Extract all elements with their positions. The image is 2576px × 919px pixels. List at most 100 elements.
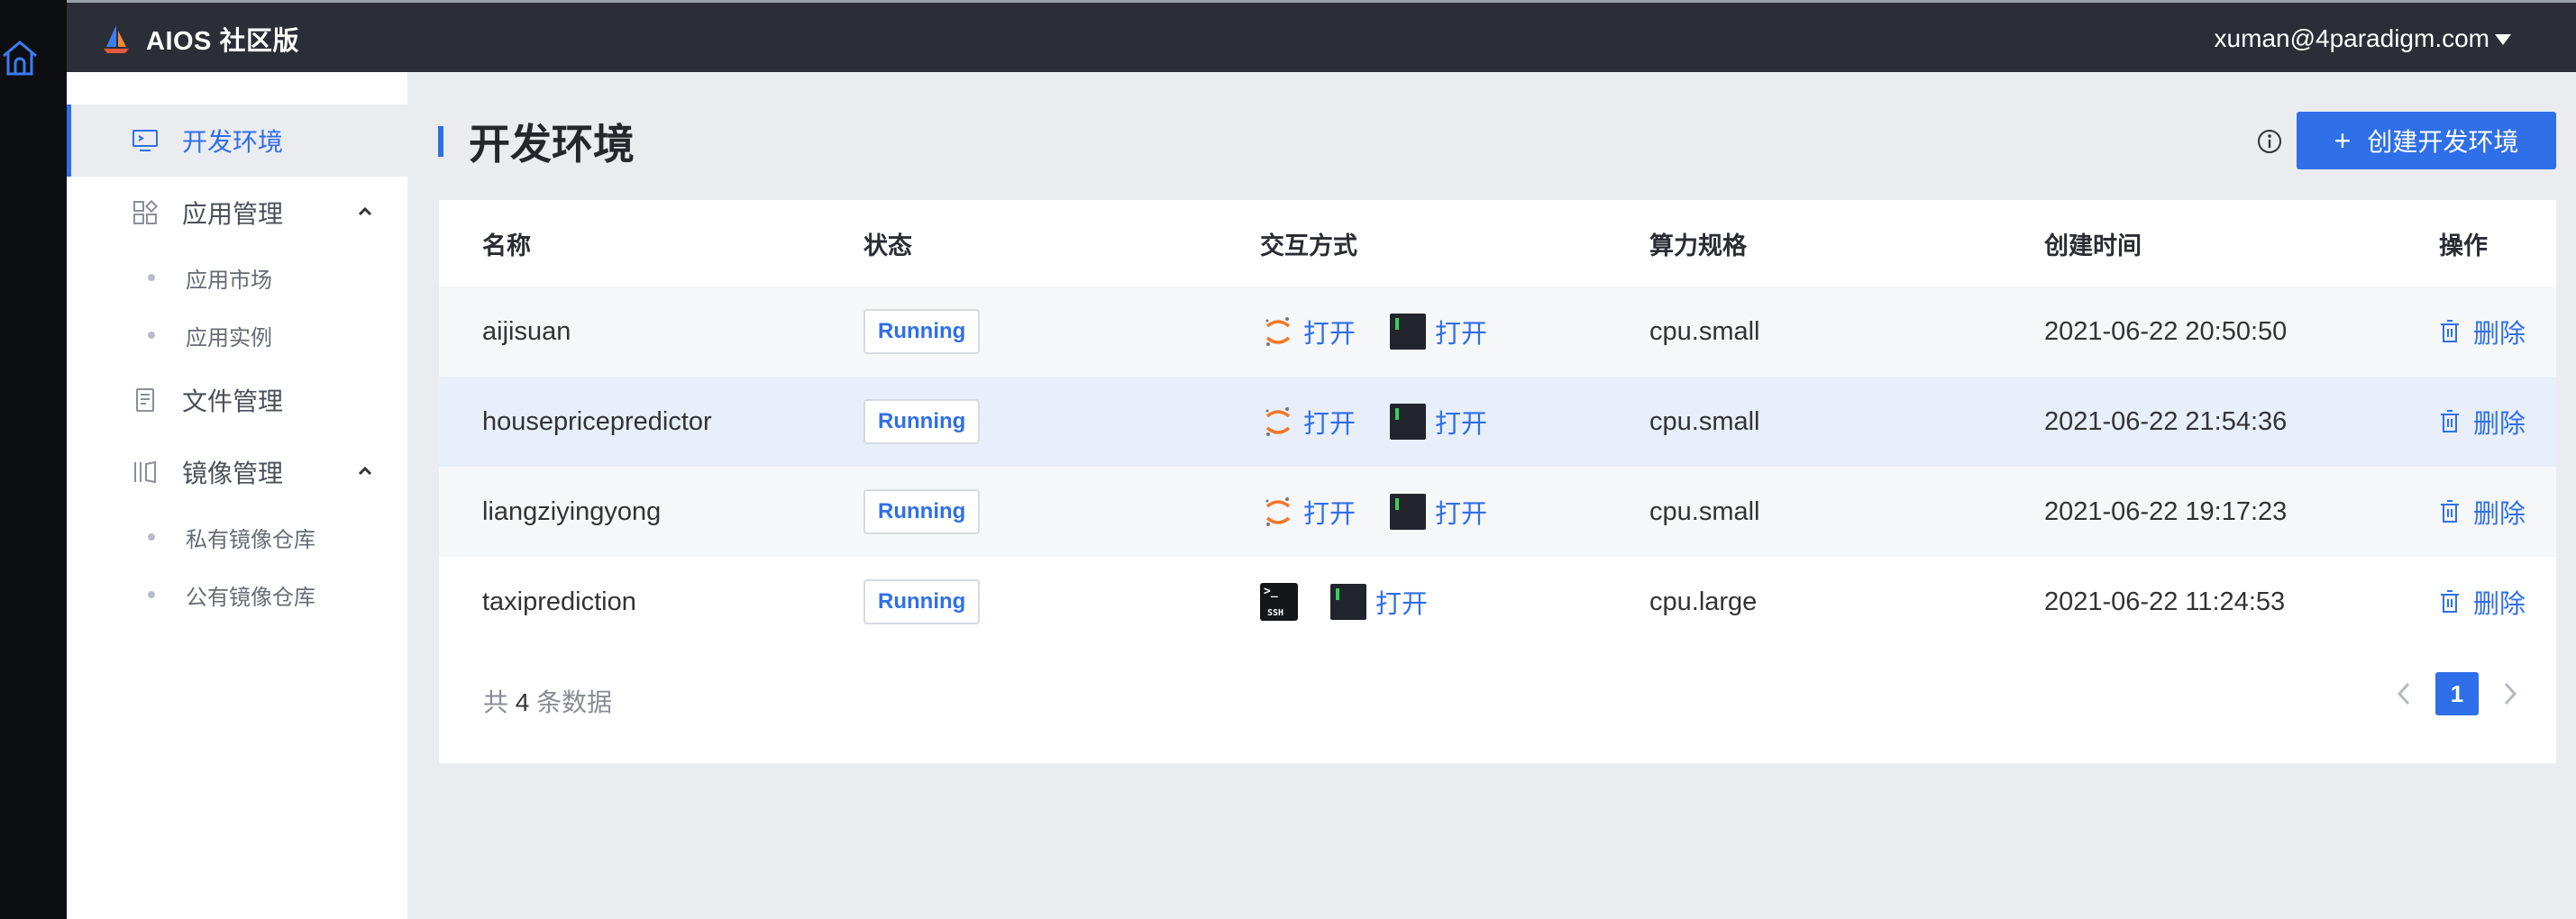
status-badge: Running bbox=[863, 399, 981, 444]
sidebar-item-image-management[interactable]: 镜像管理 bbox=[67, 436, 407, 508]
sidebar-item-app-market[interactable]: 应用市场 bbox=[67, 249, 407, 306]
column-header-status: 状态 bbox=[863, 232, 912, 259]
table-row: aijisuan Running 打开 打开 cpu.small 2021-06… bbox=[439, 287, 2556, 377]
table-header-row: 名称 状态 交互方式 算力规格 创建时间 操作 bbox=[439, 200, 2556, 287]
app-title: AIOS 社区版 bbox=[146, 27, 299, 56]
cell-name: aijisuan bbox=[439, 287, 820, 377]
delete-button[interactable]: 删除 bbox=[2439, 583, 2556, 621]
sidebar-item-label: 开发环境 bbox=[182, 128, 284, 156]
open-jupyter-link[interactable]: 打开 bbox=[1303, 403, 1356, 441]
cell-created: 2021-06-22 19:17:23 bbox=[2001, 467, 2396, 557]
create-button-label: 创建开发环境 bbox=[2367, 128, 2519, 156]
cell-created: 2021-06-22 11:24:53 bbox=[2001, 557, 2396, 647]
sidebar-subitem-label: 私有镜像仓库 bbox=[186, 527, 315, 552]
terminal-icon[interactable] bbox=[1390, 494, 1427, 530]
bullet-dot bbox=[148, 274, 155, 281]
open-jupyter-link[interactable]: 打开 bbox=[1303, 493, 1356, 531]
page-title: 开发环境 bbox=[469, 121, 635, 168]
info-icon[interactable] bbox=[2255, 127, 2284, 156]
plus-icon: + bbox=[2334, 124, 2352, 157]
user-email: xuman@4paradigm.com bbox=[2214, 24, 2489, 52]
image-icon bbox=[132, 459, 159, 486]
total-count: 共 4 条数据 bbox=[483, 683, 612, 719]
dev-env-table-panel: 名称 状态 交互方式 算力规格 创建时间 操作 aijisuan Running… bbox=[439, 200, 2556, 763]
monitor-icon bbox=[132, 127, 159, 154]
cell-created: 2021-06-22 20:50:50 bbox=[2001, 287, 2396, 377]
page-header: 开发环境 bbox=[438, 110, 635, 173]
open-jupyter-link[interactable]: 打开 bbox=[1303, 313, 1356, 350]
sidebar-item-private-registry[interactable]: 私有镜像仓库 bbox=[67, 508, 407, 566]
apps-icon bbox=[132, 199, 159, 226]
table-row: taxiprediction Running >_ SSH 打开 cpu.larg… bbox=[439, 557, 2556, 647]
terminal-icon[interactable] bbox=[1390, 404, 1427, 440]
sidebar-item-label: 应用管理 bbox=[182, 200, 284, 228]
delete-label: 删除 bbox=[2473, 500, 2526, 529]
sidebar-item-public-registry[interactable]: 公有镜像仓库 bbox=[67, 566, 407, 623]
open-terminal-link[interactable]: 打开 bbox=[1375, 583, 1428, 621]
user-menu[interactable]: xuman@4paradigm.com bbox=[2215, 3, 2511, 75]
delete-label: 删除 bbox=[2473, 320, 2526, 349]
delete-button[interactable]: 删除 bbox=[2439, 493, 2556, 531]
chevron-left-icon[interactable] bbox=[2394, 680, 2414, 707]
sidebar-item-app-instances[interactable]: 应用实例 bbox=[67, 306, 407, 364]
total-number: 4 bbox=[515, 688, 530, 716]
sailboat-logo-icon bbox=[104, 25, 129, 53]
jupyter-icon[interactable] bbox=[1260, 404, 1296, 440]
terminal-icon[interactable] bbox=[1390, 314, 1427, 350]
cell-spec: cpu.small bbox=[1606, 287, 2001, 377]
cell-name: liangziyingyong bbox=[439, 467, 820, 557]
cell-created: 2021-06-22 21:54:36 bbox=[2001, 377, 2396, 467]
status-badge: Running bbox=[863, 579, 981, 624]
column-header-name: 名称 bbox=[482, 232, 531, 259]
cell-name: taxiprediction bbox=[439, 557, 820, 647]
total-prefix: 共 bbox=[483, 688, 509, 716]
cell-spec: cpu.large bbox=[1606, 557, 2001, 647]
jupyter-icon[interactable] bbox=[1260, 314, 1296, 350]
status-badge: Running bbox=[863, 489, 981, 534]
brand[interactable]: AIOS 社区版 bbox=[101, 3, 299, 75]
page-number-current[interactable]: 1 bbox=[2435, 672, 2479, 715]
table-row: housepricepredictor Running 打开 打开 cpu.sm… bbox=[439, 377, 2556, 467]
column-header-interaction: 交互方式 bbox=[1260, 232, 1357, 259]
open-terminal-link[interactable]: 打开 bbox=[1435, 313, 1487, 350]
column-header-actions: 操作 bbox=[2439, 232, 2488, 259]
table-row: liangziyingyong Running 打开 打开 cpu.small … bbox=[439, 467, 2556, 557]
create-dev-env-button[interactable]: + 创建开发环境 bbox=[2297, 112, 2556, 169]
sidebar-item-label: 镜像管理 bbox=[182, 460, 284, 487]
delete-label: 删除 bbox=[2473, 590, 2526, 619]
cell-spec: cpu.small bbox=[1606, 377, 2001, 467]
terminal-icon[interactable] bbox=[1330, 584, 1366, 620]
sidebar-item-app-management[interactable]: 应用管理 bbox=[67, 177, 407, 249]
jupyter-icon[interactable] bbox=[1260, 494, 1296, 530]
chevron-up-icon[interactable] bbox=[357, 204, 373, 220]
home-icon[interactable] bbox=[0, 38, 40, 77]
chevron-up-icon[interactable] bbox=[357, 463, 373, 479]
delete-label: 删除 bbox=[2473, 410, 2526, 439]
column-header-spec: 算力规格 bbox=[1649, 232, 1747, 259]
chevron-right-icon[interactable] bbox=[2500, 680, 2520, 707]
ssh-icon[interactable]: >_ SSH bbox=[1260, 583, 1298, 621]
cell-name: housepricepredictor bbox=[439, 377, 820, 467]
pagination: 1 bbox=[2394, 672, 2520, 715]
title-accent-bar bbox=[438, 126, 443, 157]
total-suffix: 条数据 bbox=[536, 688, 613, 716]
status-badge: Running bbox=[863, 309, 981, 354]
sidebar: 开发环境 应用管理 应用市场 应用实例 文件管理 镜像管理 私有镜像仓库 公有镜… bbox=[67, 72, 407, 919]
open-terminal-link[interactable]: 打开 bbox=[1435, 403, 1487, 441]
sidebar-subitem-label: 应用实例 bbox=[186, 325, 272, 350]
delete-button[interactable]: 删除 bbox=[2439, 403, 2556, 441]
launcher-strip bbox=[0, 0, 67, 919]
sidebar-item-dev-env[interactable]: 开发环境 bbox=[67, 105, 407, 177]
file-icon bbox=[132, 387, 159, 414]
caret-down-icon bbox=[2495, 34, 2511, 45]
sidebar-item-label: 文件管理 bbox=[182, 387, 284, 415]
open-terminal-link[interactable]: 打开 bbox=[1435, 493, 1487, 531]
trash-icon bbox=[2441, 590, 2459, 613]
trash-icon bbox=[2441, 410, 2459, 432]
bullet-dot bbox=[148, 533, 155, 541]
sidebar-item-file-management[interactable]: 文件管理 bbox=[67, 364, 407, 436]
trash-icon bbox=[2441, 320, 2459, 342]
trash-icon bbox=[2441, 500, 2459, 523]
top-header: AIOS 社区版 xuman@4paradigm.com bbox=[67, 0, 2576, 72]
delete-button[interactable]: 删除 bbox=[2439, 313, 2556, 350]
